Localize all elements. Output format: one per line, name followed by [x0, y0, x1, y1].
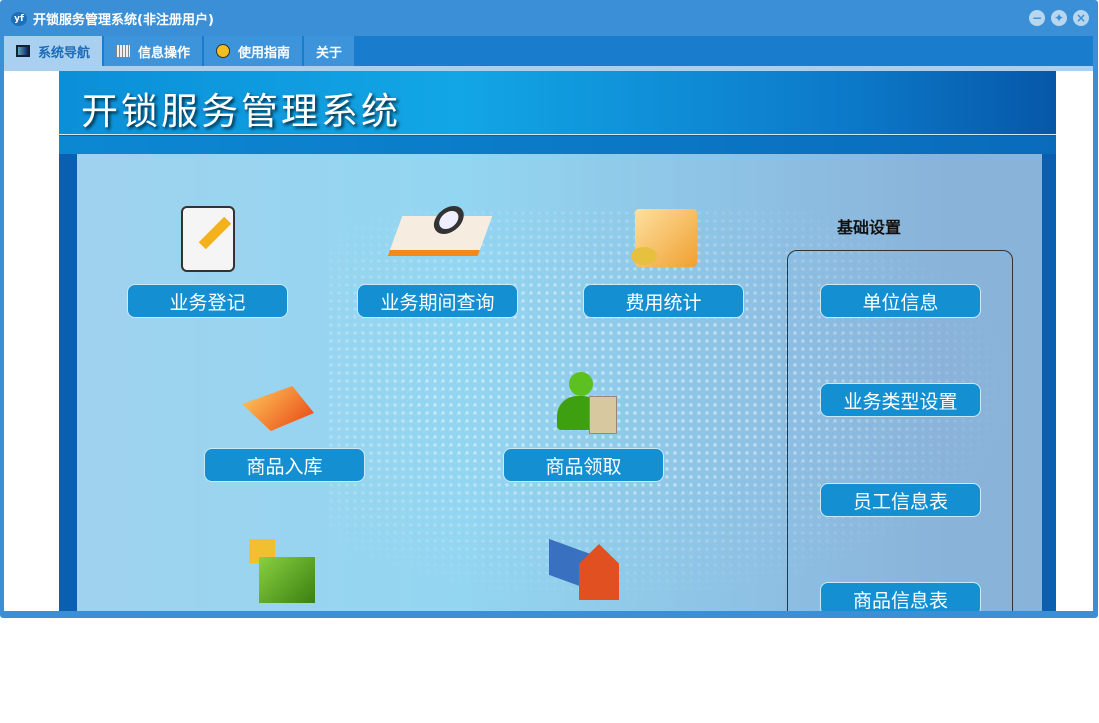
goods-in-folder-icon[interactable] [242, 386, 314, 431]
monitor-icon [16, 45, 30, 57]
banner: 开锁服务管理系统 [59, 71, 1056, 135]
house-book-icon[interactable] [549, 534, 623, 604]
fee-stats-button[interactable]: 费用统计 [583, 284, 744, 318]
banner-gap [59, 136, 1056, 154]
tab-label: 信息操作 [138, 45, 191, 61]
period-query-button[interactable]: 业务期间查询 [357, 284, 518, 318]
main-panel: 开锁服务管理系统 业务登记 业务期间查询 费用统计 商品入库 商品领取 基础设置… [59, 71, 1056, 611]
help-icon [216, 44, 231, 58]
banner-title: 开锁服务管理系统 [81, 90, 401, 133]
folder-coins-icon[interactable] [631, 209, 697, 267]
tab-label: 使用指南 [238, 45, 291, 61]
tab-label: 关于 [316, 45, 343, 61]
business-type-settings-button[interactable]: 业务类型设置 [820, 383, 981, 417]
search-document-icon[interactable] [387, 206, 493, 256]
tab-bar: 系统导航 信息操作 使用指南 关于 [4, 36, 1093, 66]
basic-settings-title: 基础设置 [837, 218, 902, 237]
restore-button[interactable]: ✦ [1051, 10, 1067, 26]
content-area: 开锁服务管理系统 业务登记 业务期间查询 费用统计 商品入库 商品领取 基础设置… [4, 71, 1093, 611]
user-bag-icon[interactable] [557, 372, 619, 436]
grid-icon [116, 45, 131, 57]
goods-info-button[interactable]: 商品信息表 [820, 582, 981, 611]
tab-label: 系统导航 [38, 45, 91, 61]
tab-user-guide[interactable]: 使用指南 [204, 36, 303, 66]
app-logo-icon: yf [11, 11, 27, 26]
goods-in-button[interactable]: 商品入库 [204, 448, 365, 482]
tab-about[interactable]: 关于 [304, 36, 355, 66]
business-register-button[interactable]: 业务登记 [127, 284, 288, 318]
register-pencil-icon[interactable] [181, 206, 235, 272]
goods-take-button[interactable]: 商品领取 [503, 448, 664, 482]
app-window: yf 开锁服务管理系统(非注册用户) − ✦ × 系统导航 信息操作 使用指南 … [0, 0, 1098, 618]
employee-info-button[interactable]: 员工信息表 [820, 483, 981, 517]
title-bar: yf 开锁服务管理系统(非注册用户) − ✦ × [1, 1, 1097, 36]
tab-system-nav[interactable]: 系统导航 [4, 36, 103, 66]
minimize-button[interactable]: − [1029, 10, 1045, 26]
tab-info-ops[interactable]: 信息操作 [104, 36, 203, 66]
close-button[interactable]: × [1073, 10, 1089, 26]
window-title: 开锁服务管理系统(非注册用户) [33, 13, 214, 28]
green-cubes-icon[interactable] [249, 539, 315, 603]
nav-area: 业务登记 业务期间查询 费用统计 商品入库 商品领取 基础设置 单位信息 业务类… [77, 154, 1042, 611]
company-info-button[interactable]: 单位信息 [820, 284, 981, 318]
